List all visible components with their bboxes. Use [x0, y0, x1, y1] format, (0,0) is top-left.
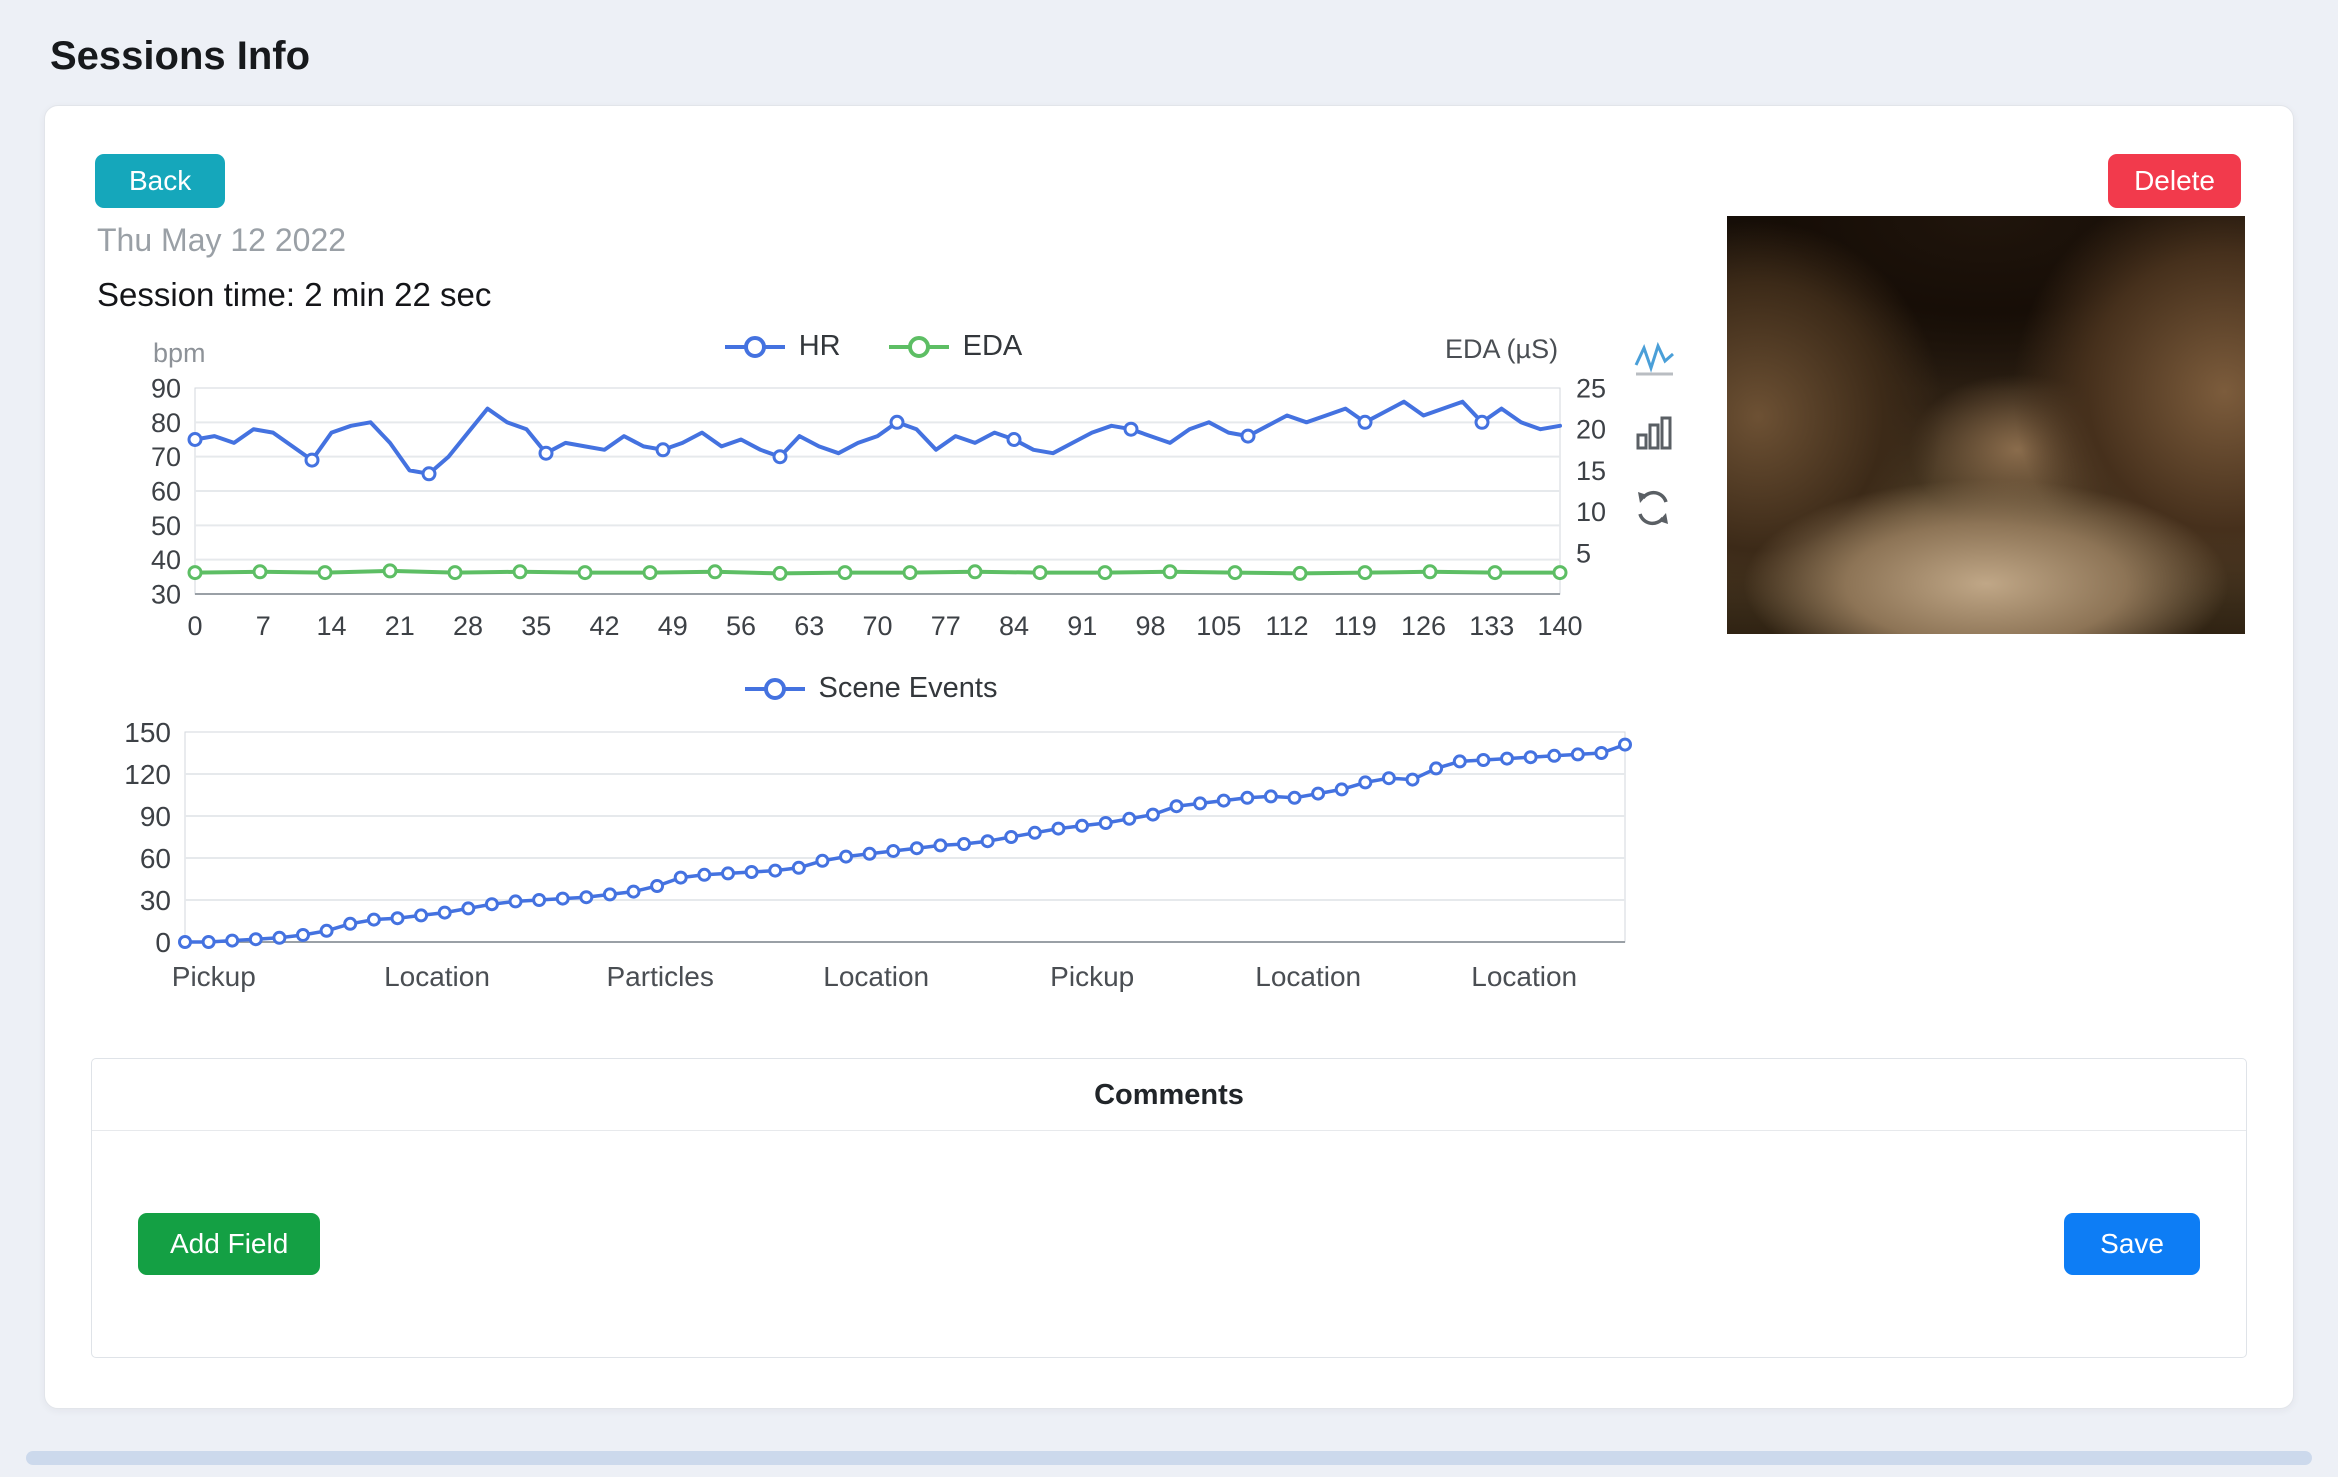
svg-text:14: 14: [316, 611, 346, 641]
svg-text:105: 105: [1196, 611, 1241, 641]
svg-text:30: 30: [140, 885, 171, 916]
svg-text:28: 28: [453, 611, 483, 641]
legend-marker-icon: [724, 335, 785, 358]
save-button[interactable]: Save: [2064, 1213, 2200, 1275]
svg-text:140: 140: [1537, 611, 1582, 641]
svg-text:0: 0: [187, 611, 202, 641]
back-button[interactable]: Back: [95, 154, 226, 208]
line-chart-icon[interactable]: [1631, 338, 1677, 382]
svg-text:91: 91: [1067, 611, 1097, 641]
svg-text:20: 20: [1576, 415, 1606, 445]
svg-text:15: 15: [1576, 456, 1606, 486]
session-date: Thu May 12 2022: [97, 222, 347, 258]
page-title: Sessions Info: [50, 34, 311, 78]
scene-events-legend: Scene Events: [90, 672, 1650, 705]
svg-text:0: 0: [155, 927, 171, 958]
svg-text:70: 70: [151, 442, 181, 472]
svg-text:119: 119: [1334, 611, 1377, 641]
svg-text:7: 7: [256, 611, 271, 641]
legend-marker-icon: [888, 335, 949, 358]
svg-text:30: 30: [151, 579, 181, 609]
svg-text:98: 98: [1135, 611, 1165, 641]
session-time: Session time: 2 min 22 sec: [97, 276, 492, 313]
chart-controls: [1631, 338, 1677, 530]
session-card: Back Delete Thu May 12 2022 Session time…: [44, 105, 2294, 1409]
page: Sessions Info Back Delete Thu May 12 202…: [0, 0, 2338, 1465]
svg-text:90: 90: [140, 801, 171, 832]
legend-label: Scene Events: [818, 672, 998, 704]
svg-text:Location: Location: [823, 961, 929, 992]
svg-text:Pickup: Pickup: [172, 961, 256, 992]
svg-text:80: 80: [151, 408, 181, 438]
comments-body: Add Field Save: [92, 1131, 2246, 1357]
svg-text:90: 90: [151, 374, 181, 403]
legend-label: EDA: [962, 330, 1023, 362]
svg-text:21: 21: [385, 611, 415, 641]
svg-text:60: 60: [140, 843, 171, 874]
svg-text:70: 70: [862, 611, 892, 641]
svg-text:63: 63: [794, 611, 824, 641]
svg-text:112: 112: [1265, 611, 1308, 641]
svg-text:25: 25: [1576, 374, 1606, 403]
svg-text:50: 50: [151, 511, 181, 541]
right-axis-title: EDA (µS): [1445, 334, 1559, 364]
legend-item-hr[interactable]: HR: [723, 330, 841, 363]
legend-label: HR: [798, 330, 841, 362]
svg-text:35: 35: [521, 611, 551, 641]
svg-text:120: 120: [124, 759, 171, 790]
svg-text:84: 84: [999, 611, 1029, 641]
legend-item-scene-events[interactable]: Scene Events: [743, 672, 998, 705]
svg-text:150: 150: [124, 718, 171, 748]
svg-text:126: 126: [1401, 611, 1446, 641]
horizontal-scrollbar[interactable]: [26, 1451, 2312, 1465]
bar-chart-icon[interactable]: [1631, 412, 1677, 456]
svg-text:Particles: Particles: [607, 961, 714, 992]
delete-button[interactable]: Delete: [2108, 154, 2241, 208]
scene-events-chart: 0 30 60 90 120 150 Pickup Location Particles Loca…: [124, 718, 1632, 992]
svg-text:Location: Location: [384, 961, 490, 992]
session-screenshot: [1727, 216, 2245, 634]
svg-text:133: 133: [1469, 611, 1514, 641]
svg-text:49: 49: [658, 611, 688, 641]
comments-title: Comments: [92, 1059, 2246, 1131]
svg-text:Pickup: Pickup: [1050, 961, 1134, 992]
refresh-icon[interactable]: [1631, 486, 1677, 530]
legend-item-eda[interactable]: EDA: [887, 330, 1023, 363]
svg-text:10: 10: [1576, 497, 1606, 527]
hr-eda-legend: HR EDA: [100, 330, 1645, 363]
svg-text:77: 77: [931, 611, 961, 641]
legend-marker-icon: [744, 677, 805, 700]
svg-text:56: 56: [726, 611, 756, 641]
svg-text:60: 60: [151, 476, 181, 506]
svg-text:40: 40: [151, 545, 181, 575]
svg-text:Location: Location: [1471, 961, 1577, 992]
comments-panel: Comments Add Field Save: [91, 1058, 2247, 1358]
svg-text:42: 42: [589, 611, 619, 641]
hr-eda-chart: 30 40 50 60 70 80 90 5 10 15 20 25 0 7 14 21 28 35 42 49 56 6…: [151, 374, 1606, 641]
svg-text:Location: Location: [1255, 961, 1361, 992]
svg-text:5: 5: [1576, 538, 1591, 568]
add-field-button[interactable]: Add Field: [138, 1213, 321, 1275]
